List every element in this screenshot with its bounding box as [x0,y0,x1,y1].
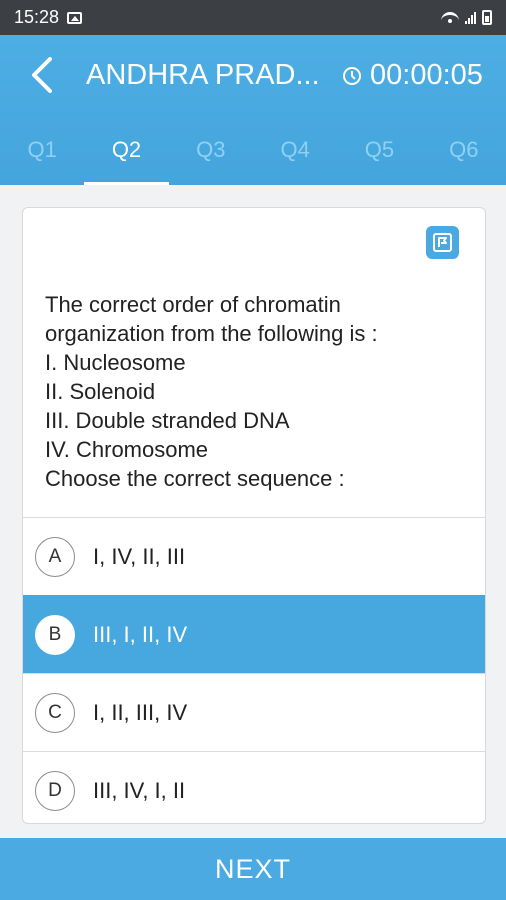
page-title: ANDHRA PRAD... [86,59,320,91]
question-line: IV. Chromosome [45,437,209,462]
status-time: 15:28 [14,7,60,27]
option-b[interactable]: B III, I, II, IV [23,595,485,673]
option-letter: C [35,692,75,733]
option-letter: D [35,770,75,811]
question-line: III. Double stranded DNA [45,408,290,433]
option-letter: B [35,614,75,655]
signal-icon [465,11,476,24]
option-text: I, IV, II, III [93,543,186,569]
option-text: III, IV, I, II [93,777,186,803]
tab-q1[interactable]: Q1 [0,130,84,185]
status-bar: 15:28 [0,0,506,35]
option-letter: A [35,536,75,577]
clock-icon [343,66,361,85]
question-line: Choose the correct sequence : [45,466,345,491]
battery-icon [482,10,492,25]
wifi-icon [441,11,459,24]
app-header: ANDHRA PRAD... 00:00:05 Q1 Q2 Q3 Q4 Q5 Q… [0,35,506,185]
question-text: The correct order of chromatin organizat… [45,290,465,493]
question-tabs: Q1 Q2 Q3 Q4 Q5 Q6 [0,130,506,185]
option-text: III, I, II, IV [93,621,188,647]
question-line: II. Solenoid [45,379,156,404]
option-a[interactable]: A I, IV, II, III [23,517,485,595]
back-icon[interactable] [28,57,58,93]
tab-q4[interactable]: Q4 [253,130,337,185]
option-d[interactable]: D III, IV, I, II [23,751,485,823]
tab-q5[interactable]: Q5 [337,130,421,185]
tab-q2[interactable]: Q2 [84,130,169,185]
tab-q6[interactable]: Q6 [422,130,506,185]
gallery-icon [67,11,83,24]
options-list: A I, IV, II, III B III, I, II, IV C I, I… [23,517,485,823]
next-button[interactable]: NEXT [0,838,506,900]
option-c[interactable]: C I, II, III, IV [23,673,485,751]
timer: 00:00:05 [342,59,483,92]
question-line: The correct order of chromatin [45,292,341,317]
option-text: I, II, III, IV [93,699,188,725]
question-card: The correct order of chromatin organizat… [22,207,486,824]
tab-q3[interactable]: Q3 [169,130,253,185]
question-line: organization from the following is : [45,321,378,346]
flag-icon[interactable] [426,226,459,259]
question-line: I. Nucleosome [45,350,186,375]
timer-value: 00:00:05 [370,59,483,91]
